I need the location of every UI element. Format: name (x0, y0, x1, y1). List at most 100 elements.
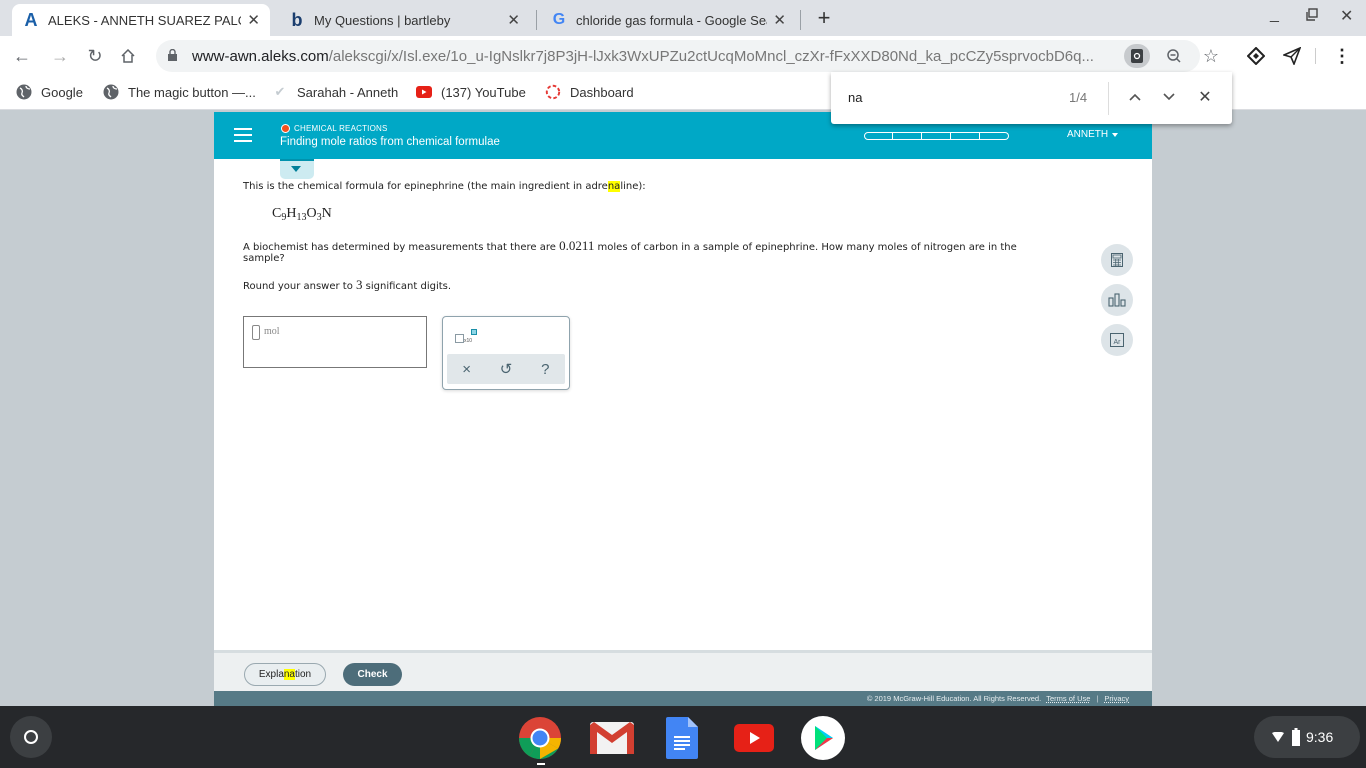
find-next-icon[interactable] (1158, 86, 1180, 108)
restore-icon[interactable] (1305, 8, 1319, 27)
tab-title: My Questions | bartleby (314, 12, 451, 28)
bookmark-star-icon[interactable]: ☆ (1198, 44, 1224, 68)
dashboard-icon (545, 84, 561, 100)
topic-category: CHEMICAL REACTIONS (281, 124, 388, 133)
battery-icon (1292, 728, 1300, 746)
address-bar[interactable]: www-awn.aleks.com/alekscgi/x/Isl.exe/1o_… (156, 40, 1219, 72)
copyright-footer: © 2019 McGraw-Hill Education. All Rights… (214, 691, 1152, 706)
system-tray[interactable]: 9:36 (1254, 716, 1360, 758)
forward-icon[interactable]: → (48, 44, 72, 68)
x10-label: x10 (464, 338, 473, 344)
terms-link[interactable]: Terms of Use (1046, 694, 1090, 703)
os-shelf: 9:36 (0, 706, 1366, 768)
find-match-count: 1/4 (1069, 90, 1088, 105)
new-tab-button[interactable]: + (812, 4, 836, 32)
find-divider (1108, 82, 1109, 115)
bartleby-favicon-icon: b (291, 9, 303, 30)
wifi-icon (1272, 732, 1284, 742)
aleks-page: CHEMICAL REACTIONS Finding mole ratios f… (214, 112, 1152, 706)
home-icon[interactable] (116, 44, 140, 68)
youtube-icon (416, 84, 432, 100)
launcher-button[interactable] (10, 716, 52, 758)
close-tab-icon[interactable]: ✕ (247, 11, 260, 29)
url-text[interactable]: www-awn.aleks.com/alekscgi/x/Isl.exe/1o_… (192, 48, 1094, 65)
progress-segment (893, 132, 922, 140)
menu-icon[interactable] (234, 128, 252, 142)
extension-icon[interactable] (1244, 44, 1268, 68)
moles-carbon-value: 0.0211 (559, 238, 595, 253)
globe-icon (16, 84, 32, 100)
close-tab-icon[interactable]: ✕ (507, 11, 520, 29)
clear-icon[interactable]: × (457, 361, 477, 378)
question-body-line2: sample? (243, 253, 285, 264)
bookmark-dashboard[interactable]: Dashboard (545, 84, 634, 100)
exponent-box (471, 329, 477, 335)
tab-google[interactable]: G chloride gas formula - Google Search ✕ (540, 4, 796, 36)
periodic-table-icon[interactable]: Ar (1101, 324, 1133, 356)
docs-icon[interactable] (660, 716, 704, 760)
tab-aleks[interactable]: A ALEKS - ANNETH SUAREZ PALOMINO ✕ (12, 4, 270, 36)
minimize-icon[interactable]: _ (1270, 6, 1279, 24)
send-extension-icon[interactable] (1280, 44, 1304, 68)
privacy-link[interactable]: Privacy (1104, 694, 1129, 703)
close-tab-icon[interactable]: ✕ (773, 11, 786, 29)
lock-icon (168, 49, 177, 61)
youtube-icon[interactable] (732, 716, 776, 760)
copyright-text: © 2019 McGraw-Hill Education. All Rights… (866, 694, 1042, 703)
globe-icon (103, 84, 119, 100)
scientific-notation-button[interactable]: x10 (453, 327, 483, 347)
status-dot-icon (281, 124, 290, 133)
tab-title: chloride gas formula - Google Search (576, 12, 767, 28)
launcher-icon (24, 730, 38, 744)
tab-strip: A ALEKS - ANNETH SUAREZ PALOMINO ✕ b My … (0, 0, 1366, 36)
topic-progress-bar (864, 132, 1009, 140)
help-icon[interactable]: ? (535, 361, 555, 378)
question-body: A biochemist has determined by measureme… (243, 238, 1017, 253)
explanation-button[interactable]: Expla na tion (244, 663, 326, 686)
find-highlight: na (607, 181, 621, 192)
chrome-menu-icon[interactable]: ⋮ (1330, 44, 1354, 68)
bookmark-sarahah[interactable]: ✔ Sarahah - Anneth (272, 84, 399, 100)
reload-icon[interactable]: ↻ (83, 44, 107, 68)
browser-toolbar: ← → ↻ www-awn.aleks.com/alekscgi/x/Isl.e… (0, 36, 1366, 76)
clock: 9:36 (1306, 729, 1334, 745)
collapse-header-button[interactable] (280, 159, 314, 179)
answer-input[interactable]: mol (243, 316, 427, 368)
math-tool-panel: x10 × ↺ ? (442, 316, 570, 390)
chevron-down-icon (291, 166, 301, 172)
google-favicon-icon: G (552, 11, 566, 28)
calculator-icon[interactable] (1101, 244, 1133, 276)
question-intro: This is the chemical formula for epineph… (243, 181, 646, 192)
progress-segment (951, 132, 980, 140)
bookmark-magic-button[interactable]: The magic button —... (103, 84, 256, 100)
progress-segment (922, 132, 951, 140)
user-menu[interactable]: ANNETH (1067, 129, 1119, 140)
aleks-favicon-icon: A (24, 9, 38, 30)
bookmark-google[interactable]: Google (16, 84, 83, 100)
find-in-page-icon[interactable] (1124, 44, 1150, 68)
tab-separator (800, 10, 801, 30)
action-bar: Expla na tion Check (214, 650, 1152, 691)
answer-unit: mol (264, 326, 280, 337)
footer-divider: | (1096, 694, 1099, 703)
find-highlight: na (283, 669, 295, 680)
undo-icon[interactable]: ↺ (496, 360, 516, 378)
play-store-icon[interactable] (801, 716, 845, 760)
find-close-icon[interactable]: ✕ (1194, 86, 1216, 108)
find-input[interactable]: na (848, 90, 862, 105)
answer-slot[interactable] (252, 325, 260, 340)
find-previous-icon[interactable] (1124, 86, 1146, 108)
check-icon: ✔ (274, 84, 286, 99)
zoom-out-icon[interactable] (1161, 44, 1187, 68)
close-window-icon[interactable]: ✕ (1340, 6, 1353, 26)
tab-bartleby[interactable]: b My Questions | bartleby ✕ (278, 4, 530, 36)
tab-separator (536, 10, 537, 30)
check-button[interactable]: Check (343, 663, 402, 686)
caret-down-icon (1112, 132, 1119, 137)
bookmark-youtube[interactable]: (137) YouTube (416, 84, 526, 100)
data-chart-icon[interactable] (1101, 284, 1133, 316)
chrome-icon[interactable] (518, 716, 562, 760)
tab-title: ALEKS - ANNETH SUAREZ PALOMINO (48, 12, 241, 28)
gmail-icon[interactable] (590, 716, 634, 760)
back-icon[interactable]: ← (10, 44, 34, 68)
